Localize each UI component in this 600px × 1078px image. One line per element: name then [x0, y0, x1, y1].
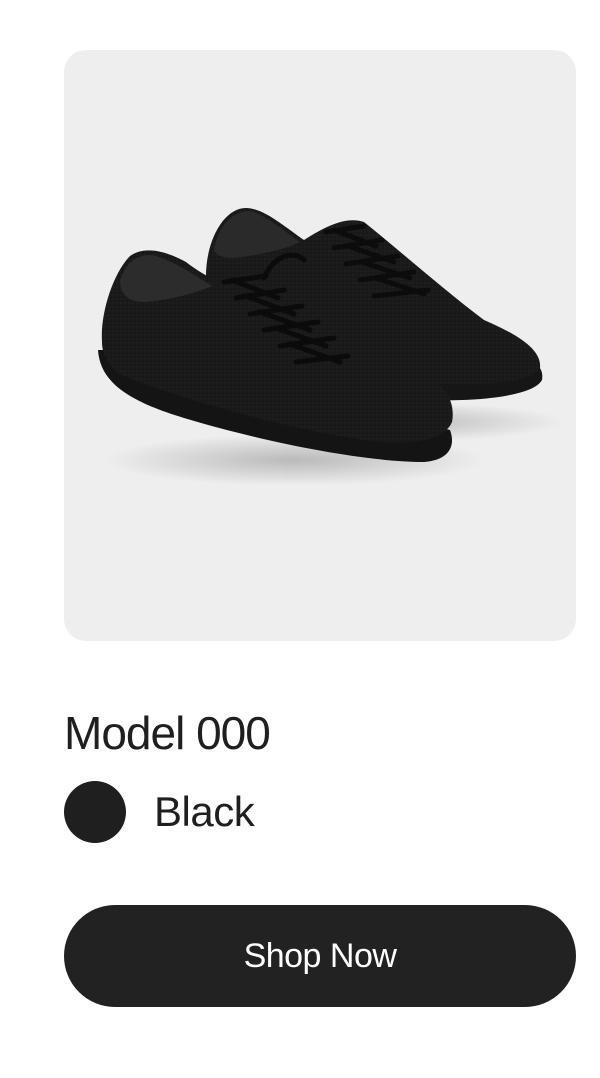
product-card: Model 000 Black Shop Now	[0, 0, 600, 1078]
color-selector: Black	[64, 780, 255, 844]
color-label: Black	[154, 788, 255, 835]
product-title: Model 000	[64, 707, 271, 759]
product-image[interactable]	[64, 50, 576, 641]
shop-now-button[interactable]: Shop Now	[64, 905, 576, 1007]
sneakers-image	[98, 208, 564, 486]
color-swatch-black[interactable]	[64, 781, 126, 843]
